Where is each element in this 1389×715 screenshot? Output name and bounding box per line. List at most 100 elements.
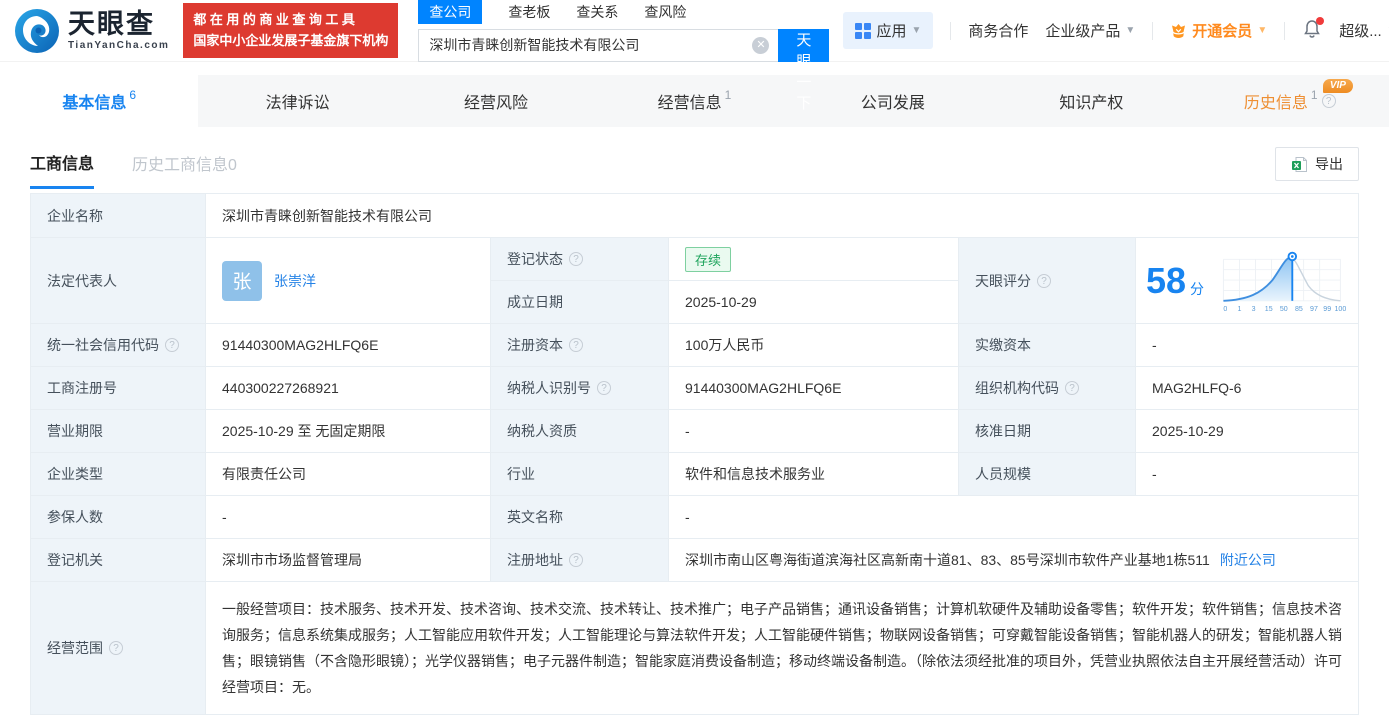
axis-tick: 1 (1238, 306, 1242, 313)
approval-date-label: 核准日期 (959, 410, 1136, 453)
reg-capital-value: 100万人民币 (669, 324, 959, 367)
nearby-companies-link[interactable]: 附近公司 (1220, 550, 1276, 570)
export-label: 导出 (1315, 154, 1343, 174)
tab-label: 公司发展 (861, 89, 925, 113)
menu-divider (1152, 22, 1153, 40)
reg-authority-value: 深圳市市场监督管理局 (206, 539, 491, 582)
logo-domain: TianYanCha.com (68, 41, 169, 51)
help-icon[interactable]: ? (569, 338, 583, 352)
tab-legal-proceedings[interactable]: 法律诉讼 (198, 75, 396, 127)
menu-super-label: 超级... (1339, 20, 1382, 41)
score-label: 天眼评分? (959, 238, 1136, 324)
chevron-down-icon: ▼ (1257, 25, 1267, 36)
establish-date-value: 2025-10-29 (669, 281, 959, 324)
tab-history-info[interactable]: VIP 历史信息1 ? (1191, 75, 1389, 127)
score-unit: 分 (1190, 279, 1204, 299)
search-button[interactable]: 天眼一下 (778, 29, 829, 62)
credit-code-value: 91440300MAG2HLFQ6E (206, 324, 491, 367)
help-icon[interactable]: ? (597, 381, 611, 395)
staff-size-value: - (1136, 453, 1358, 496)
scope-text: 一般经营项目：技术服务、技术开发、技术咨询、技术交流、技术转让、技术推广；电子产… (222, 596, 1342, 700)
search-input[interactable] (418, 29, 778, 62)
business-term-value: 2025-10-29 至 无固定期限 (206, 410, 491, 453)
search-block: 查公司 查老板 查关系 查风险 ✕ 天眼一下 (418, 0, 829, 62)
menu-divider (1284, 22, 1285, 40)
tab-count: 1 (1311, 88, 1318, 102)
tab-label: 经营信息 (658, 89, 722, 113)
vip-badge: VIP (1323, 79, 1353, 93)
insured-label: 参保人数 (31, 496, 206, 539)
menu-enterprise-products[interactable]: 企业级产品 ▼ (1045, 20, 1135, 41)
tianyancha-logo-icon (14, 8, 60, 54)
company-name-label: 企业名称 (31, 194, 206, 238)
reg-authority-label: 登记机关 (31, 539, 206, 582)
axis-tick: 85 (1295, 306, 1303, 313)
help-icon[interactable]: ? (109, 641, 123, 655)
tab-intellectual-property[interactable]: 知识产权 (992, 75, 1190, 127)
subtab-history-business-info[interactable]: 历史工商信息0 (132, 151, 237, 187)
axis-tick: 99 (1323, 306, 1331, 313)
score-chart: 0 1 3 15 50 85 97 99 100 (1214, 246, 1348, 316)
notification-dot (1316, 17, 1324, 25)
reg-number-value: 440300227268921 (206, 367, 491, 410)
search-tab-boss[interactable]: 查老板 (508, 2, 550, 22)
chevron-down-icon: ▼ (911, 25, 921, 36)
tab-company-development[interactable]: 公司发展 (794, 75, 992, 127)
axis-tick: 3 (1252, 306, 1256, 313)
menu-business-label: 商务合作 (968, 20, 1028, 41)
score-value: 58 分 0 1 3 (1136, 238, 1358, 324)
address-value: 深圳市南山区粤海街道滨海社区高新南十道81、83、85号深圳市软件产业基地1栋5… (669, 539, 1358, 582)
apps-grid-icon (855, 23, 871, 39)
help-icon[interactable]: ? (569, 553, 583, 567)
help-icon[interactable]: ? (165, 338, 179, 352)
help-icon[interactable]: ? (1065, 381, 1079, 395)
menu-open-vip[interactable]: 开通会员 ▼ (1170, 20, 1267, 41)
search-tab-risk[interactable]: 查风险 (644, 2, 686, 22)
help-icon[interactable]: ? (1322, 94, 1336, 108)
tab-count: 6 (129, 88, 136, 102)
main-tabbar: 基本信息6 法律诉讼 经营风险 经营信息1 公司发展 知识产权 VIP 历史信息… (0, 75, 1389, 127)
subtab-business-info[interactable]: 工商信息 (30, 150, 94, 189)
org-code-label: 组织机构代码? (959, 367, 1136, 410)
tab-label: 基本信息 (62, 89, 126, 113)
staff-size-label: 人员规模 (959, 453, 1136, 496)
search-tabs: 查公司 查老板 查关系 查风险 (418, 0, 829, 24)
axis-tick: 50 (1280, 306, 1288, 313)
search-tab-company[interactable]: 查公司 (418, 0, 482, 24)
tab-label: 经营风险 (464, 89, 528, 113)
notifications-bell[interactable] (1302, 19, 1322, 43)
help-icon[interactable]: ? (569, 252, 583, 266)
legal-rep-link[interactable]: 张崇洋 (274, 271, 316, 291)
menu-business-cooperation[interactable]: 商务合作 (968, 20, 1028, 41)
taxpayer-quality-label: 纳税人资质 (491, 410, 669, 453)
chevron-down-icon: ▼ (1125, 25, 1135, 36)
logo[interactable]: 天眼查 TianYanCha.com (14, 8, 169, 54)
avatar[interactable]: 张 (222, 261, 262, 301)
clear-icon[interactable]: ✕ (752, 37, 769, 54)
credit-code-label: 统一社会信用代码? (31, 324, 206, 367)
menu-apps[interactable]: 应用 ▼ (843, 12, 933, 49)
tab-operation-risk[interactable]: 经营风险 (397, 75, 595, 127)
subtab-row: 工商信息 历史工商信息0 导出 (30, 141, 1359, 187)
score-number: 58 (1146, 263, 1186, 299)
company-name-value: 深圳市青睐创新智能技术有限公司 (206, 194, 1358, 238)
excel-icon (1291, 156, 1308, 173)
tab-operation-info[interactable]: 经营信息1 (595, 75, 793, 127)
company-type-label: 企业类型 (31, 453, 206, 496)
export-button[interactable]: 导出 (1275, 147, 1359, 181)
legal-rep-label: 法定代表人 (31, 238, 206, 324)
business-term-label: 营业期限 (31, 410, 206, 453)
tab-basic-info[interactable]: 基本信息6 (0, 75, 198, 127)
logo-title: 天眼查 (68, 11, 169, 38)
slogan-banner: 都在用的商业查询工具 国家中小企业发展子基金旗下机构 (183, 3, 398, 57)
business-info-table: 企业名称 深圳市青睐创新智能技术有限公司 法定代表人 张 张崇洋 登记状态? 存… (30, 193, 1359, 715)
scope-label: 经营范围? (31, 582, 206, 714)
axis-tick: 15 (1265, 306, 1273, 313)
help-icon[interactable]: ? (1037, 274, 1051, 288)
search-tab-relation[interactable]: 查关系 (576, 2, 618, 22)
axis-tick: 100 (1335, 306, 1347, 313)
tab-count: 1 (725, 88, 732, 102)
menu-super[interactable]: 超级... ▼ (1339, 20, 1389, 41)
taxpayer-id-value: 91440300MAG2HLFQ6E (669, 367, 959, 410)
approval-date-value: 2025-10-29 (1136, 410, 1358, 453)
